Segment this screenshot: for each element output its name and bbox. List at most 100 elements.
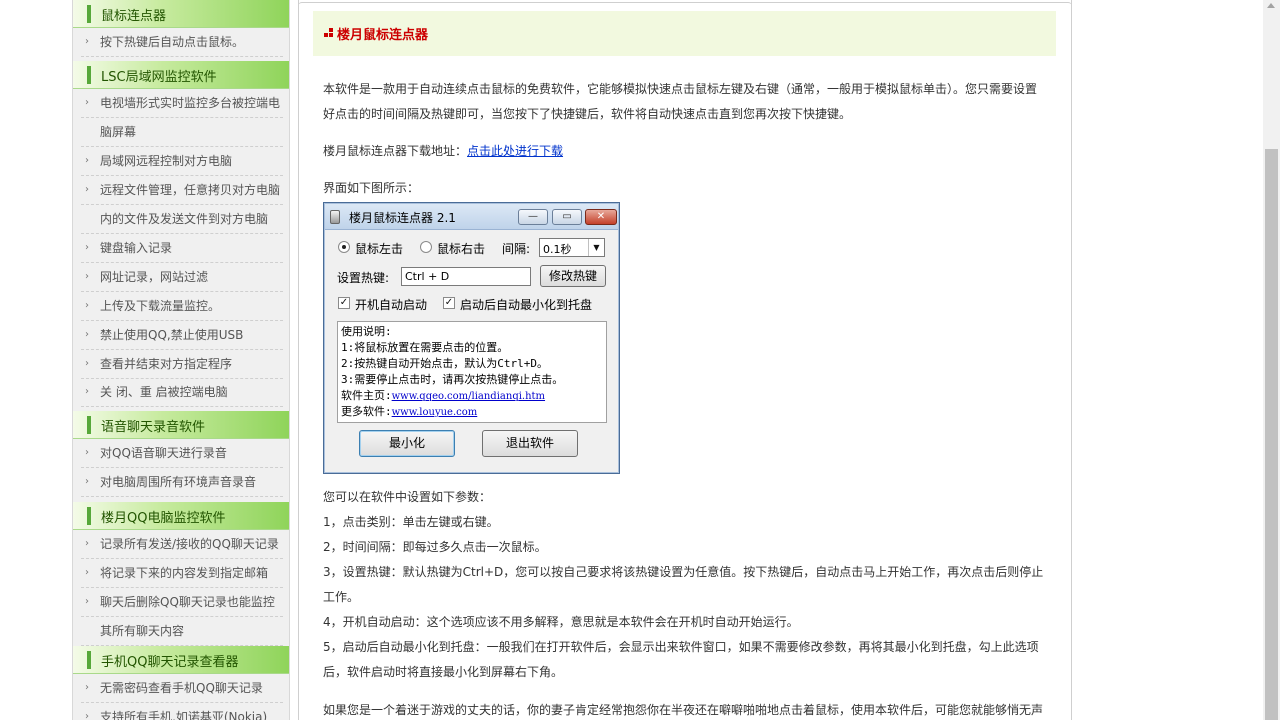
sidebar-item[interactable]: › 上传及下载流量监控。 [81,292,283,321]
sidebar-item-label: 关 闭、重 启被控端电脑 [100,385,228,399]
sidebar-item-label: 电视墙形式实时监控多台被控端电 [100,96,281,110]
sidebar-heading-qq-monitor[interactable]: 楼月QQ电脑监控软件 [73,502,289,530]
maximize-window-icon[interactable]: ▭ [552,209,582,225]
sidebar-item[interactable]: › 电视墙形式实时监控多台被控端电 [81,89,283,118]
heading-bar-icon [87,416,91,434]
chevron-right-icon: › [85,329,89,340]
sidebar-item-label: 聊天后删除QQ聊天记录也能监控 [100,595,275,609]
minimize-button[interactable]: 最小化 [359,430,455,457]
main-top-border [298,2,1072,6]
sidebar-heading-lsc[interactable]: LSC局域网监控软件 [73,61,289,89]
chevron-right-icon: › [85,97,89,108]
sidebar-item-label: 无需密码查看手机QQ聊天记录 [100,681,263,695]
radio-left-label: 鼠标左击 [355,242,404,256]
autostart-label: 开机自动启动 [355,298,428,312]
download-paragraph: 楼月鼠标连点器下载地址：点击此处进行下载 [323,139,563,164]
download-label: 楼月鼠标连点器下载地址： [323,144,468,158]
sidebar-item[interactable]: › 无需密码查看手机QQ聊天记录 [81,674,283,703]
autostart-checkbox[interactable]: ✓ [338,297,350,309]
chevron-right-icon: › [85,271,89,282]
sidebar-item[interactable]: › 查看并结束对方指定程序 [81,350,283,379]
app-title: 楼月鼠标连点器 2.1 [349,211,456,225]
download-link[interactable]: 点击此处进行下载 [467,144,563,158]
scrollbar-thumb[interactable] [1265,149,1278,720]
homepage-link[interactable]: www.qqeo.com/liandianqi.htm [392,391,545,402]
sidebar-item[interactable]: › 关 闭、重 启被控端电脑 [81,378,283,407]
more-software-line: 更多软件:www.louyue.com [341,405,477,420]
homepage-line: 软件主页:www.qqeo.com/liandianqi.htm [341,389,545,404]
sidebar-heading-mobile-qq[interactable]: 手机QQ聊天记录查看器 [73,646,289,674]
sidebar-heading-label: 楼月QQ电脑监控软件 [101,511,226,526]
sidebar-item[interactable]: › 按下热键后自动点击鼠标。 [81,28,283,57]
chevron-right-icon: › [85,242,89,253]
sidebar-item[interactable]: › 禁止使用QQ,禁止使用USB [81,321,283,350]
sidebar-item-label: 支持所有手机,如诺基亚(Nokia) [100,710,268,720]
sidebar-item[interactable]: › 键盘输入记录 [81,234,283,263]
heading-bar-icon [87,66,91,84]
exit-button[interactable]: 退出软件 [482,430,578,457]
sidebar-item[interactable]: › 对电脑周围所有环境声音录音 [81,468,283,497]
sidebar-item[interactable]: › 局域网远程控制对方电脑 [81,147,283,176]
sidebar-item-label: 内的文件及发送文件到对方电脑 [100,212,269,226]
chevron-right-icon: › [85,682,89,693]
sidebar-item-label: 其所有聊天内容 [100,624,185,638]
param-3-line-2: 工作。 [323,590,360,604]
sidebar-item-label: 禁止使用QQ,禁止使用USB [100,328,244,342]
minimize-tray-checkbox[interactable]: ✓ [443,297,455,309]
sidebar-item-label: 对电脑周围所有环境声音录音 [100,475,257,489]
more-label: 更多软件: [341,405,392,418]
instruction-line: 2:按热键自动开始点击，默认为Ctrl+D。 [341,357,548,370]
sidebar-item[interactable]: 脑屏幕 [81,118,283,147]
sidebar-item[interactable]: › 将记录下来的内容发到指定邮箱 [81,559,283,588]
sidebar-item[interactable]: › 记录所有发送/接收的QQ聊天记录 [81,530,283,559]
title-squares-icon [324,28,333,37]
chevron-right-icon: › [85,711,89,720]
more-link[interactable]: www.louyue.com [392,407,478,418]
interval-select[interactable]: 0.1秒 ▼ [539,238,605,257]
hotkey-input[interactable] [401,267,531,286]
chevron-right-icon: › [85,596,89,607]
modify-hotkey-button[interactable]: 修改热键 [540,265,606,287]
sidebar-item[interactable]: › 对QQ语音聊天进行录音 [81,439,283,468]
sidebar-item-label: 远程文件管理，任意拷贝对方电脑 [100,183,281,197]
sidebar-item[interactable]: › 网址记录，网站过滤 [81,263,283,292]
scroll-up-arrow-icon[interactable] [1267,3,1275,8]
minimize-tray-label: 启动后自动最小化到托盘 [460,298,593,312]
sidebar-item-label: 脑屏幕 [100,125,137,139]
param-4: 4，开机自动启动：这个选项应该不用多解释，意思就是本软件会在开机时自动开始运行。 [323,615,799,629]
sidebar-heading-label: 鼠标连点器 [101,9,167,24]
sidebar-heading-voice-recorder[interactable]: 语音聊天录音软件 [73,411,289,439]
sidebar-item[interactable]: › 远程文件管理，任意拷贝对方电脑 [81,176,283,205]
chevron-right-icon: › [85,386,89,397]
sidebar-item[interactable]: › 聊天后删除QQ聊天记录也能监控 [81,588,283,617]
radio-left-click[interactable] [338,241,350,253]
sidebar-item-label: 网址记录，网站过滤 [100,270,209,284]
sidebar-item-label: 键盘输入记录 [100,241,173,255]
sidebar-heading-mouse-clicker[interactable]: 鼠标连点器 [73,0,289,28]
hotkey-label: 设置热键: [337,271,390,285]
close-window-icon[interactable]: ✕ [585,209,617,225]
page-scrollbar[interactable] [1263,0,1280,720]
interval-label: 间隔: [502,242,531,256]
chevron-right-icon: › [85,155,89,166]
heading-bar-icon [87,507,91,525]
sidebar-heading-label: 手机QQ聊天记录查看器 [101,655,239,670]
sidebar-item-label: 上传及下载流量监控。 [100,299,221,313]
sidebar-heading-label: 语音聊天录音软件 [101,420,206,435]
sidebar-item-label: 对QQ语音聊天进行录音 [100,446,227,460]
ui-label: 界面如下图所示： [323,181,420,195]
sidebar-item[interactable]: › 支持所有手机,如诺基亚(Nokia) [81,703,283,720]
homepage-label: 软件主页: [341,389,392,402]
sidebar-item-label: 查看并结束对方指定程序 [100,357,233,371]
dropdown-arrow-icon: ▼ [588,239,604,256]
sidebar-item-label: 局域网远程控制对方电脑 [100,154,233,168]
sidebar-item-label: 记录所有发送/接收的QQ聊天记录 [100,537,279,551]
sidebar-item[interactable]: 内的文件及发送文件到对方电脑 [81,205,283,234]
instructions-box[interactable]: 使用说明: 1:将鼠标放置在需要点击的位置。 2:按热键自动开始点击，默认为Ct… [337,321,607,423]
sidebar-item[interactable]: 其所有聊天内容 [81,617,283,646]
last-paragraph: 如果您是一个着迷于游戏的丈夫的话，你的妻子肯定经常抱怨你在半夜还在噼噼啪啪地点击… [323,703,1044,717]
chevron-right-icon: › [85,184,89,195]
heading-bar-icon [87,651,91,669]
minimize-window-icon[interactable]: — [518,209,548,225]
radio-right-click[interactable] [420,241,432,253]
